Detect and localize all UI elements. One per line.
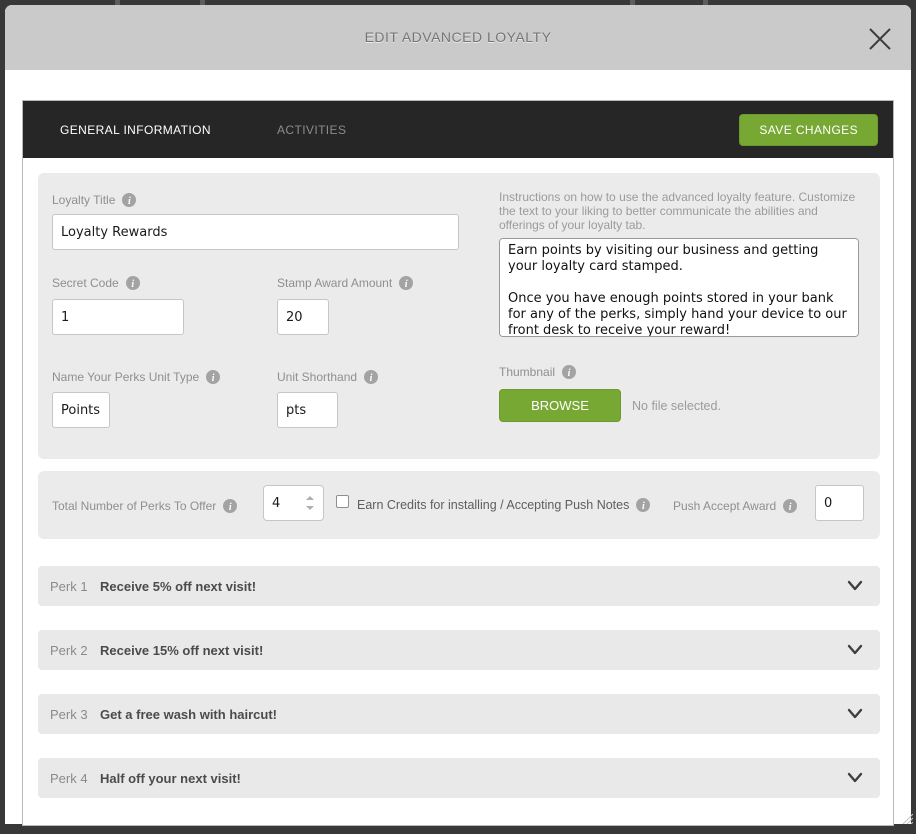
chevron-down-icon[interactable]: [847, 707, 863, 721]
push-accept-award-input[interactable]: [815, 485, 864, 521]
info-icon[interactable]: [562, 365, 576, 379]
browse-button[interactable]: BROWSE: [499, 389, 621, 422]
edit-advanced-loyalty-modal: EDIT ADVANCED LOYALTY GENERAL INFORMATIO…: [5, 5, 911, 824]
chevron-down-icon[interactable]: [847, 579, 863, 593]
thumbnail-label: Thumbnail: [499, 365, 576, 379]
perk-title: Half off your next visit!: [100, 771, 241, 786]
info-icon[interactable]: [126, 276, 140, 290]
perk-row-4[interactable]: Perk 4 Half off your next visit!: [38, 758, 880, 798]
perks-unit-type-input[interactable]: [52, 392, 110, 428]
info-icon[interactable]: [206, 370, 220, 384]
stamp-award-amount-label: Stamp Award Amount: [277, 276, 413, 290]
modal-content-panel: GENERAL INFORMATION ACTIVITIES SAVE CHAN…: [22, 100, 894, 826]
arrow-down-icon[interactable]: [306, 506, 314, 510]
modal-title: EDIT ADVANCED LOYALTY: [5, 29, 911, 45]
tab-general-information[interactable]: GENERAL INFORMATION: [60, 123, 211, 137]
perk-title: Receive 15% off next visit!: [100, 643, 263, 658]
push-credits-checkbox[interactable]: [336, 495, 349, 508]
loyalty-title-label: Loyalty Title: [52, 193, 136, 207]
perks-unit-type-label: Name Your Perks Unit Type: [52, 370, 220, 384]
file-status-text: No file selected.: [632, 399, 721, 413]
perks-config-section: Total Number of Perks To Offer Earn Cred…: [38, 471, 880, 539]
total-perks-stepper: [263, 485, 324, 521]
perk-row-1[interactable]: Perk 1 Receive 5% off next visit!: [38, 566, 880, 606]
unit-shorthand-label: Unit Shorthand: [277, 370, 378, 384]
loyalty-title-input[interactable]: [52, 214, 459, 250]
general-form-section: Loyalty Title Secret Code Stamp Award Am…: [38, 173, 880, 459]
perk-title: Get a free wash with haircut!: [100, 707, 277, 722]
stamp-award-amount-input[interactable]: [277, 299, 329, 335]
info-icon[interactable]: [399, 276, 413, 290]
info-icon[interactable]: [636, 498, 650, 512]
secret-code-input[interactable]: [52, 299, 184, 335]
instructions-help-text: Instructions on how to use the advanced …: [499, 190, 865, 232]
push-accept-award-label: Push Accept Award: [673, 499, 797, 513]
stepper-arrows-icon[interactable]: [306, 496, 314, 510]
chevron-down-icon[interactable]: [847, 643, 863, 657]
arrow-up-icon[interactable]: [306, 496, 314, 500]
perk-row-2[interactable]: Perk 2 Receive 15% off next visit!: [38, 630, 880, 670]
tab-bar: GENERAL INFORMATION ACTIVITIES SAVE CHAN…: [23, 101, 893, 158]
secret-code-label: Secret Code: [52, 276, 140, 290]
info-icon[interactable]: [223, 499, 237, 513]
close-icon[interactable]: [866, 25, 894, 53]
total-perks-input[interactable]: [272, 486, 300, 520]
unit-shorthand-input[interactable]: [277, 392, 338, 428]
perk-label: Perk 4: [50, 771, 88, 786]
perk-title: Receive 5% off next visit!: [100, 579, 256, 594]
total-perks-label: Total Number of Perks To Offer: [52, 499, 237, 513]
modal-header: EDIT ADVANCED LOYALTY: [5, 5, 911, 70]
instructions-textarea[interactable]: Earn points by visiting our business and…: [499, 238, 859, 337]
tab-activities[interactable]: ACTIVITIES: [277, 123, 346, 137]
perk-row-3[interactable]: Perk 3 Get a free wash with haircut!: [38, 694, 880, 734]
info-icon[interactable]: [783, 499, 797, 513]
perk-label: Perk 1: [50, 579, 88, 594]
info-icon[interactable]: [122, 193, 136, 207]
save-changes-button[interactable]: SAVE CHANGES: [739, 114, 878, 146]
resize-grip[interactable]: [900, 811, 913, 824]
chevron-down-icon[interactable]: [847, 771, 863, 785]
perk-label: Perk 3: [50, 707, 88, 722]
perk-label: Perk 2: [50, 643, 88, 658]
info-icon[interactable]: [364, 370, 378, 384]
push-credits-label: Earn Credits for installing / Accepting …: [357, 498, 650, 512]
